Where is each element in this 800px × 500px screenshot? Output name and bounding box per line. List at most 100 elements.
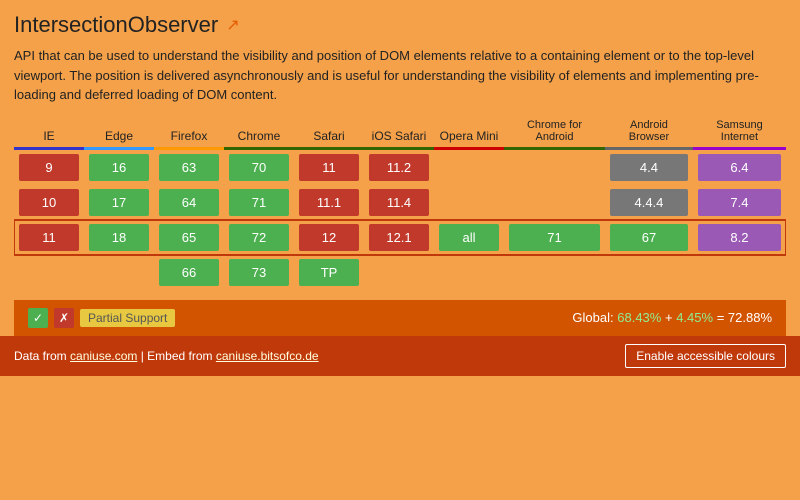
table-cell [605,255,693,290]
table-cell: 11.4 [364,185,434,220]
external-link-icon[interactable]: ↗ [226,15,239,35]
title-row: IntersectionObserver ↗ [14,12,786,38]
cell-value: 66 [159,259,219,286]
table-cell: 10 [14,185,84,220]
cell-value: 71 [509,224,600,251]
header-android-browser: Android Browser [605,117,693,149]
cell-value: 8.2 [698,224,781,251]
table-cell [14,255,84,290]
legend-cross-icon: ✗ [54,308,74,328]
cell-value: 4.4.4 [610,189,688,216]
table-cell: 72 [224,220,294,255]
cell-value: all [439,224,499,251]
global-pct2: 4.45% [676,310,713,325]
global-equals: = [717,310,725,325]
compat-table: IE Edge Firefox Chrome Safari iOS Safari… [14,117,786,290]
table-cell [693,255,786,290]
cell-value: 71 [229,189,289,216]
cell-value: 12 [299,224,359,251]
global-prefix: Global: [572,310,613,325]
cell-value: 63 [159,154,219,181]
table-cell: 16 [84,148,154,185]
cell-value: 12.1 [369,224,429,251]
header-chrome-android: Chrome for Android [504,117,605,149]
header-safari: Safari [294,117,364,149]
table-cell [434,148,504,185]
table-cell [504,148,605,185]
cell-value: 11 [299,154,359,181]
table-cell: 64 [154,185,224,220]
cell-value: 18 [89,224,149,251]
global-plus: + [665,310,673,325]
table-cell [84,255,154,290]
table-cell: 7.4 [693,185,786,220]
table-cell: 70 [224,148,294,185]
table-cell: 4.4 [605,148,693,185]
table-cell: 67 [605,220,693,255]
table-cell: 18 [84,220,154,255]
bottom-bar: ✓ ✗ Partial Support Global: 68.43% + 4.4… [14,300,786,336]
table-cell: 71 [224,185,294,220]
accessible-colours-button[interactable]: Enable accessible colours [625,344,786,368]
cell-value: 17 [89,189,149,216]
table-cell: 65 [154,220,224,255]
cell-value: 11.4 [369,189,429,216]
table-cell: TP [294,255,364,290]
table-cell [504,185,605,220]
table-cell: 12 [294,220,364,255]
cell-value: 6.4 [698,154,781,181]
table-cell: 4.4.4 [605,185,693,220]
cell-value: 11.2 [369,154,429,181]
table-row: 11 18 65 72 12 12.1 all 71 67 8.2 [14,220,786,255]
cell-value: 72 [229,224,289,251]
header-samsung: Samsung Internet [693,117,786,149]
bitsofco-link[interactable]: caniuse.bitsofco.de [216,349,319,363]
table-cell [504,255,605,290]
table-cell [364,255,434,290]
cell-value: 65 [159,224,219,251]
table-cell: 11.1 [294,185,364,220]
table-cell [434,185,504,220]
table-cell: 11 [14,220,84,255]
browser-header-row: IE Edge Firefox Chrome Safari iOS Safari… [14,117,786,149]
table-cell: 6.4 [693,148,786,185]
table-cell: all [434,220,504,255]
footer-bar: Data from caniuse.com | Embed from caniu… [0,336,800,376]
cell-value: 64 [159,189,219,216]
table-cell: 9 [14,148,84,185]
cell-value: 4.4 [610,154,688,181]
table-cell: 66 [154,255,224,290]
table-row: 10 17 64 71 11.1 11.4 4.4.4 7.4 [14,185,786,220]
legend-check-icon: ✓ [28,308,48,328]
table-cell: 63 [154,148,224,185]
table-row: 66 73 TP [14,255,786,290]
header-firefox: Firefox [154,117,224,149]
global-stats: Global: 68.43% + 4.45% = 72.88% [572,310,772,325]
caniuse-link[interactable]: caniuse.com [70,349,137,363]
header-edge: Edge [84,117,154,149]
cell-value: 7.4 [698,189,781,216]
cell-value: 73 [229,259,289,286]
legend: ✓ ✗ Partial Support [28,308,175,328]
cell-value: TP [299,259,359,286]
cell-value: 10 [19,189,79,216]
global-total: 72.88% [728,310,772,325]
description: API that can be used to understand the v… [14,46,786,105]
table-cell: 11.2 [364,148,434,185]
table-cell: 11 [294,148,364,185]
header-opera-mini: Opera Mini [434,117,504,149]
cell-value: 11 [19,224,79,251]
cell-value: 70 [229,154,289,181]
table-cell: 8.2 [693,220,786,255]
global-pct1: 68.43% [617,310,661,325]
cell-value: 11.1 [299,189,359,216]
compat-tbody: 9 16 63 70 11 11.2 4.4 6.4 10 17 64 71 11.1 11.4 4.4… [14,148,786,290]
table-cell: 12.1 [364,220,434,255]
main-container: IntersectionObserver ↗ API that can be u… [0,0,800,336]
cell-value: 9 [19,154,79,181]
cell-value: 16 [89,154,149,181]
legend-partial-label: Partial Support [80,309,175,327]
cell-value: 67 [610,224,688,251]
table-cell: 73 [224,255,294,290]
header-chrome: Chrome [224,117,294,149]
